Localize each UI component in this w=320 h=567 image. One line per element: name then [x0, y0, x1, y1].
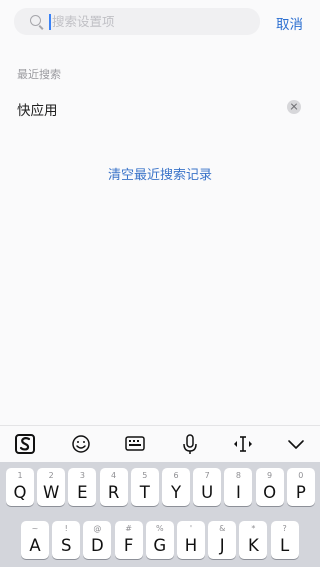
key-label: S	[60, 536, 72, 555]
key-secondary-label: *	[251, 524, 256, 533]
key-secondary-label: !	[64, 524, 68, 533]
emoji-icon[interactable]	[70, 426, 92, 463]
key-label: J	[219, 536, 225, 555]
key-h[interactable]: ' H	[177, 521, 205, 559]
key-w[interactable]: 2W	[37, 468, 66, 506]
microphone-icon[interactable]	[180, 426, 200, 463]
key-d[interactable]: @ D	[83, 521, 112, 559]
key-secondary-label: %	[155, 524, 164, 533]
key-secondary-label: @	[93, 524, 102, 533]
key-label: D	[91, 536, 104, 555]
key-secondary-label: #	[125, 524, 132, 533]
cancel-button[interactable]: 取消	[276, 13, 303, 33]
keyboard-icon[interactable]	[124, 426, 146, 463]
clear-history-button[interactable]: 清空最近搜索记录	[0, 164, 320, 183]
key-label: T	[139, 483, 150, 502]
search-icon	[30, 15, 41, 26]
key-y[interactable]: 6Y	[162, 468, 190, 506]
key-label: A	[29, 536, 41, 555]
key-label: K	[247, 536, 259, 555]
key-g[interactable]: % G	[145, 521, 174, 559]
key-secondary-label: ~	[31, 524, 39, 533]
key-secondary-label: &	[219, 524, 226, 533]
key-f[interactable]: # F	[114, 521, 143, 559]
key-secondary-label: 0	[298, 471, 304, 480]
key-secondary-label: 3	[79, 471, 85, 480]
key-secondary-label: 5	[142, 471, 148, 480]
key-k[interactable]: * K	[239, 521, 268, 559]
key-i[interactable]: 8I	[224, 468, 253, 506]
key-secondary-label: 2	[48, 471, 54, 480]
key-label: Y	[170, 483, 182, 502]
key-u[interactable]: 7U	[193, 468, 222, 506]
key-secondary-label: 9	[267, 471, 273, 480]
remove-item-icon[interactable]	[287, 100, 301, 114]
key-label: P	[295, 483, 306, 502]
key-secondary-label: 6	[173, 471, 179, 480]
recent-search-item[interactable]: 快应用	[17, 99, 58, 119]
search-bar[interactable]	[14, 8, 260, 35]
collapse-keyboard-icon[interactable]	[286, 426, 306, 463]
key-secondary-label: 8	[235, 471, 241, 480]
key-label: O	[263, 483, 277, 502]
key-q[interactable]: 1Q	[6, 468, 34, 506]
key-label: U	[201, 483, 214, 502]
key-s[interactable]: ! S	[52, 521, 81, 559]
key-e[interactable]: 3E	[68, 468, 97, 506]
search-input[interactable]	[52, 11, 252, 32]
sogou-logo-icon[interactable]	[13, 426, 39, 463]
key-secondary-label: 4	[111, 471, 117, 480]
key-label: I	[235, 483, 241, 502]
recent-searches-title: 最近搜索	[17, 68, 61, 81]
key-p[interactable]: 0P	[286, 468, 315, 506]
key-label: H	[184, 536, 198, 555]
key-l[interactable]: ? L	[270, 521, 299, 559]
text-cursor	[49, 14, 51, 30]
key-secondary-label: 7	[204, 471, 210, 480]
key-o[interactable]: 9O	[255, 468, 284, 506]
key-t[interactable]: 5T	[130, 468, 159, 506]
key-label: F	[123, 536, 134, 555]
keyboard-toolbar	[0, 425, 320, 463]
key-label: Q	[13, 483, 27, 502]
key-label: L	[279, 536, 290, 555]
key-label: G	[153, 536, 167, 555]
key-secondary-label: ?	[282, 524, 287, 533]
cursor-move-icon[interactable]	[229, 426, 257, 463]
key-secondary-label: 1	[17, 471, 23, 480]
keyboard: 1Q2W3E4R5T6Y7U8I9O0P ~ A! S @ D # F% G ' H & J * K? L	[0, 462, 320, 567]
key-r[interactable]: 4R	[99, 468, 128, 506]
key-label: R	[107, 483, 120, 502]
key-secondary-label: '	[189, 524, 193, 533]
key-label: E	[77, 483, 88, 502]
key-j[interactable]: & J	[208, 521, 237, 559]
key-label: W	[43, 483, 60, 502]
key-a[interactable]: ~ A	[21, 521, 49, 559]
